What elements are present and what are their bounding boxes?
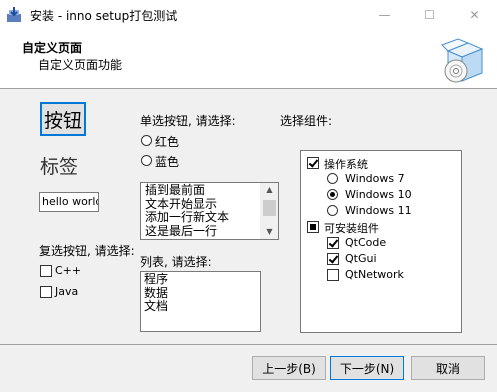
component-qtnetwork-label: QtNetwork <box>345 268 404 281</box>
close-icon: ✕ <box>469 8 480 22</box>
minimize-icon: — <box>378 8 391 22</box>
title-bar: 安装 - inno setup打包测试 — ☐ ✕ <box>0 0 497 30</box>
component-group-os-label: 操作系统 <box>324 158 368 171</box>
radio-red-label: 红色 <box>155 135 180 149</box>
radio-circle[interactable] <box>141 155 152 166</box>
text-input[interactable]: hello world <box>39 192 99 212</box>
radio-circle[interactable] <box>327 205 338 216</box>
radio-circle[interactable] <box>141 135 152 146</box>
checkbox-cpp-label: C++ <box>55 264 82 277</box>
app-icon <box>7 7 21 22</box>
radio-blue[interactable]: 蓝色 <box>140 153 200 169</box>
memo-line: 文本开始显示 <box>145 196 218 211</box>
memo-line: 这是最后一行 <box>145 223 218 238</box>
page-title: 自定义页面 <box>22 41 83 55</box>
checkbox-java[interactable]: Java <box>39 284 99 300</box>
memo-textarea[interactable]: 插到最前面 文本开始显示 添加一行新文本 这是最后一行 ▲ ▼ <box>140 182 279 240</box>
footer-divider <box>0 344 497 345</box>
checkbox-java-label: Java <box>55 285 79 298</box>
memo-content: 插到最前面 文本开始显示 添加一行新文本 这是最后一行 <box>145 183 230 238</box>
checkbox-box[interactable] <box>327 253 339 265</box>
checkbox-box[interactable] <box>40 286 52 298</box>
checkbox-box[interactable] <box>327 269 339 281</box>
memo-line: 添加一行新文本 <box>145 210 230 224</box>
memo-scrollbar[interactable]: ▲ ▼ <box>260 183 278 239</box>
radio-circle[interactable] <box>327 189 338 200</box>
checkbox-group-label: 复选按钮, 请选择: <box>39 244 135 258</box>
component-win11-label: Windows 11 <box>345 204 412 217</box>
components-label: 选择组件: <box>280 114 333 128</box>
scroll-up-arrow-icon[interactable]: ▲ <box>261 183 278 197</box>
radio-red[interactable]: 红色 <box>140 133 200 149</box>
list-box[interactable]: 程序 数据 文档 <box>140 271 261 332</box>
checkbox-box[interactable] <box>40 265 52 277</box>
minimize-button[interactable]: — <box>362 0 407 30</box>
list-content: 程序 数据 文档 <box>144 272 168 314</box>
cancel-button[interactable]: 取消 <box>411 356 485 380</box>
close-button[interactable]: ✕ <box>452 0 497 30</box>
component-qtcode-label: QtCode <box>345 236 387 249</box>
custom-big-button[interactable]: 按钮 <box>40 102 86 136</box>
page-subtitle: 自定义页面功能 <box>38 58 123 72</box>
list-item[interactable]: 程序 <box>144 272 168 287</box>
memo-line: 插到最前面 <box>145 183 206 197</box>
scrollbar-thumb[interactable] <box>263 200 276 216</box>
install-box-disc-icon <box>441 38 484 83</box>
component-win7-label: Windows 7 <box>345 172 405 185</box>
maximize-button[interactable]: ☐ <box>407 0 452 30</box>
wizard-header: 自定义页面 自定义页面功能 <box>0 30 497 89</box>
radio-circle[interactable] <box>327 173 338 184</box>
back-button[interactable]: 上一步(B) <box>252 356 326 380</box>
components-tree[interactable]: 操作系统 Windows 7 Windows 10 Windows 11 可安装… <box>300 150 462 333</box>
checkbox-box[interactable] <box>307 157 319 169</box>
checkbox-box[interactable] <box>327 237 339 249</box>
list-item[interactable]: 数据 <box>144 286 168 301</box>
component-qtgui-label: QtGui <box>345 252 377 265</box>
maximize-icon: ☐ <box>424 8 435 22</box>
scroll-down-arrow-icon[interactable]: ▼ <box>261 225 278 239</box>
list-label: 列表, 请选择: <box>140 255 212 269</box>
next-button[interactable]: 下一步(N) <box>330 356 404 380</box>
component-group-installable-label: 可安装组件 <box>324 222 379 235</box>
radio-group-label: 单选按钮, 请选择: <box>140 114 236 128</box>
checkbox-cpp[interactable]: C++ <box>39 263 99 279</box>
checkbox-box[interactable] <box>307 221 319 233</box>
installer-window: 安装 - inno setup打包测试 — ☐ ✕ 自定义页面 自定义页面功能 … <box>0 0 497 392</box>
custom-big-label: 标签 <box>40 156 79 178</box>
window-title: 安装 - inno setup打包测试 <box>30 9 178 23</box>
component-win10-label: Windows 10 <box>345 188 412 201</box>
list-item[interactable]: 文档 <box>144 299 168 314</box>
radio-blue-label: 蓝色 <box>155 155 180 169</box>
